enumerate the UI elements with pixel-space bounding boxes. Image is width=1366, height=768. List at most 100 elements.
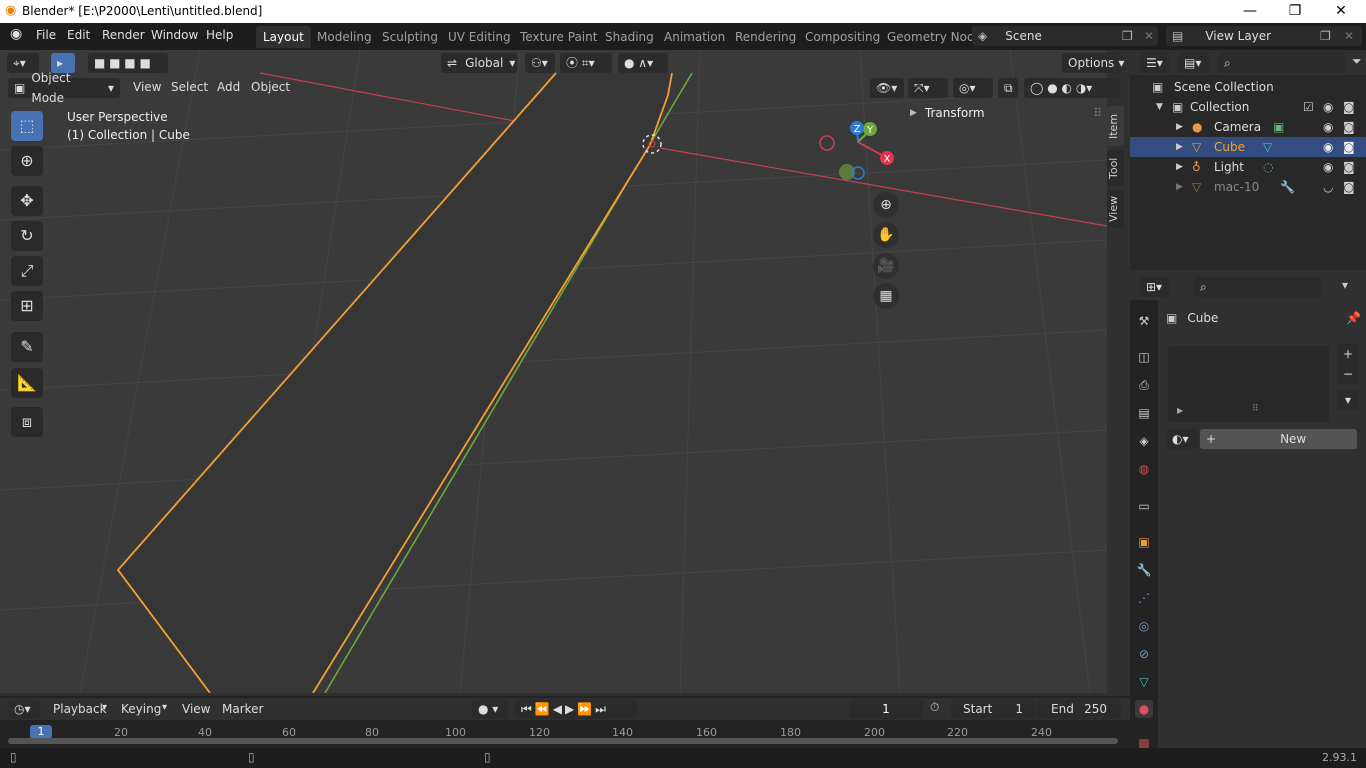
camera-render-icon[interactable]: ◙ [1343,97,1355,117]
outliner-item-camera[interactable]: ▶ ● Camera ▣ ◉ ◙ [1130,117,1366,137]
tab-tool[interactable]: Tool [1107,150,1124,186]
outliner-item-cube[interactable]: ▶ ▽ Cube ▽ ◉ ◙ [1130,137,1366,157]
current-frame-field[interactable]: 1 [849,699,923,719]
checkbox-icon[interactable]: ☑ [1303,97,1314,117]
auto-keying-button[interactable]: ● ▾ [472,699,508,719]
window-menu[interactable]: Window [151,28,198,42]
tab-animation[interactable]: Animation [657,26,732,48]
measure-tool[interactable]: 📐 [11,368,43,398]
camera-data-icon[interactable]: ▣ [1273,117,1284,137]
filter-icon[interactable]: ⏷ [1352,54,1362,69]
tab-modeling[interactable]: Modeling [310,26,379,48]
tab-texture-paint[interactable]: Texture Paint [513,26,604,48]
transform-tool[interactable]: ⊞ [11,291,43,321]
tab-geometry-nodes[interactable]: Geometry Nod [880,26,982,48]
eye-icon[interactable]: ◉ [1323,137,1333,157]
outliner-display-mode[interactable]: ▤▾ [1178,53,1210,73]
cube-object[interactable] [118,73,672,693]
close-icon[interactable]: ✕ [1318,0,1364,23]
blender-menu-icon[interactable]: ◉ [10,26,22,42]
view-menu[interactable]: View [133,80,161,94]
tab-rendering[interactable]: Rendering [728,26,803,48]
eye-icon[interactable]: ◉ [1323,157,1333,177]
object-menu[interactable]: Object [251,80,290,94]
start-frame-field[interactable]: Start 1 [951,699,1035,719]
modifier-tab-icon[interactable]: 🔧 [1135,561,1153,579]
visibility-dropdown[interactable]: 👁▾ [870,78,904,98]
marker-menu[interactable]: Marker [222,702,263,716]
add-cube-tool[interactable]: ⧈ [11,407,43,437]
view-layer-new-icon[interactable]: ❐ [1320,29,1331,43]
shading-mode-buttons[interactable]: ◯ ● ◐ ◑▾ [1024,78,1120,98]
tab-compositing[interactable]: Compositing [798,26,887,48]
browse-material-button[interactable]: ◐▾ [1166,429,1198,449]
tab-item[interactable]: Item [1107,106,1124,146]
collection-row[interactable]: ▼ ▣ Collection ☑ ◉ ◙ [1130,97,1366,117]
tab-uv-editing[interactable]: UV Editing [441,26,518,48]
tab-shading[interactable]: Shading [598,26,661,48]
view-layer-remove-icon[interactable]: ✕ [1344,29,1354,43]
ortho-grid-icon[interactable]: ▦ [873,283,899,309]
playback-menu[interactable]: Playback [53,702,107,716]
material-specials-button[interactable]: ▾ [1338,390,1358,410]
outliner-search-input[interactable]: ⌕ [1218,53,1346,73]
data-tab-icon[interactable]: ▽ [1135,673,1153,691]
camera-render-icon[interactable]: ◙ [1343,137,1355,157]
render-menu[interactable]: Render [102,28,145,42]
restore-icon[interactable]: ❐ [1272,0,1318,23]
material-tab-icon[interactable]: ● [1135,700,1153,718]
xray-toggle[interactable]: ⧉ [998,78,1018,98]
mode-dropdown[interactable]: ▣ Object Mode ▾ [8,71,120,105]
help-menu[interactable]: Help [206,28,233,42]
navigation-gizmo[interactable]: X Y Z [810,110,910,190]
cursor-tool[interactable]: ⊕ [11,146,43,176]
expand-arrow-icon[interactable]: ▶ [1176,137,1183,157]
keying-menu[interactable]: Keying [121,702,161,716]
select-menu[interactable]: Select [171,80,208,94]
eye-icon[interactable]: ◉ [1323,97,1333,117]
options-dropdown[interactable]: Options ▾ [1062,53,1124,73]
outliner-editor-type[interactable]: ☰▾ [1140,53,1170,73]
light-data-icon[interactable]: ◌ [1263,157,1273,177]
overlay-toggle[interactable]: ◎▾ [953,78,993,98]
camera-render-icon[interactable]: ◙ [1343,157,1355,177]
expand-arrow-icon[interactable]: ▶ [1176,177,1183,197]
view-layer-selector[interactable]: ▤ View Layer ❐ ✕ [1166,26,1362,46]
collapse-arrow-icon[interactable]: ▶ [1177,406,1183,415]
select-box-tool[interactable]: ⬚ [11,111,43,141]
outliner-item-light[interactable]: ▶ ♁ Light ◌ ◉ ◙ [1130,157,1366,177]
remove-material-slot-button[interactable]: − [1338,364,1358,384]
eye-hidden-icon[interactable]: ◡ [1323,177,1333,197]
output-tab-icon[interactable]: ⎙ [1135,376,1153,394]
add-material-slot-button[interactable]: + [1338,344,1358,364]
end-frame-field[interactable]: End 250 [1037,699,1121,719]
render-tab-icon[interactable]: ◫ [1135,348,1153,366]
tab-layout[interactable]: Layout [256,26,311,48]
scene-remove-icon[interactable]: ✕ [1144,29,1154,43]
camera-render-icon[interactable]: ◙ [1343,177,1355,197]
properties-editor-type[interactable]: ⊞▾ [1140,277,1170,297]
transform-panel-header[interactable]: ▶ Transform ⠿ [910,103,1102,123]
chevron-down-icon[interactable]: ▾ [1342,278,1348,292]
object-tab-icon[interactable]: ▣ [1135,533,1153,551]
wrench-modifier-icon[interactable]: 🔧 [1280,177,1295,197]
zoom-icon[interactable]: ⊕ [873,192,899,218]
timeline-editor-type[interactable]: ◷▾ [8,699,40,719]
scene-collection-row[interactable]: ▣ Scene Collection [1130,77,1366,97]
playback-controls[interactable]: ⏮⏪◀▶⏩⏭ [515,699,637,719]
snapping-buttons[interactable]: ⦿ ⌗▾ [560,53,612,73]
particles-tab-icon[interactable]: ⋰ [1135,589,1153,607]
file-menu[interactable]: File [36,28,56,42]
expand-arrow-icon[interactable]: ▶ [1176,157,1183,177]
scene-new-icon[interactable]: ❐ [1122,29,1133,43]
physics-tab-icon[interactable]: ◎ [1135,617,1153,635]
resize-handle-icon[interactable]: ⠿ [1252,404,1259,414]
world-tab-icon[interactable]: ◍ [1135,460,1153,478]
timeline-scrollbar[interactable] [8,738,1118,744]
new-material-button[interactable]: + New [1200,429,1357,449]
gizmo-toggle[interactable]: ⤧▾ [908,78,948,98]
edit-menu[interactable]: Edit [67,28,90,42]
expand-arrow-icon[interactable]: ▼ [1156,97,1163,117]
camera-view-icon[interactable]: 🎥 [873,253,899,279]
transform-orientation-dropdown[interactable]: ⇌ Global ▾ [441,53,517,73]
